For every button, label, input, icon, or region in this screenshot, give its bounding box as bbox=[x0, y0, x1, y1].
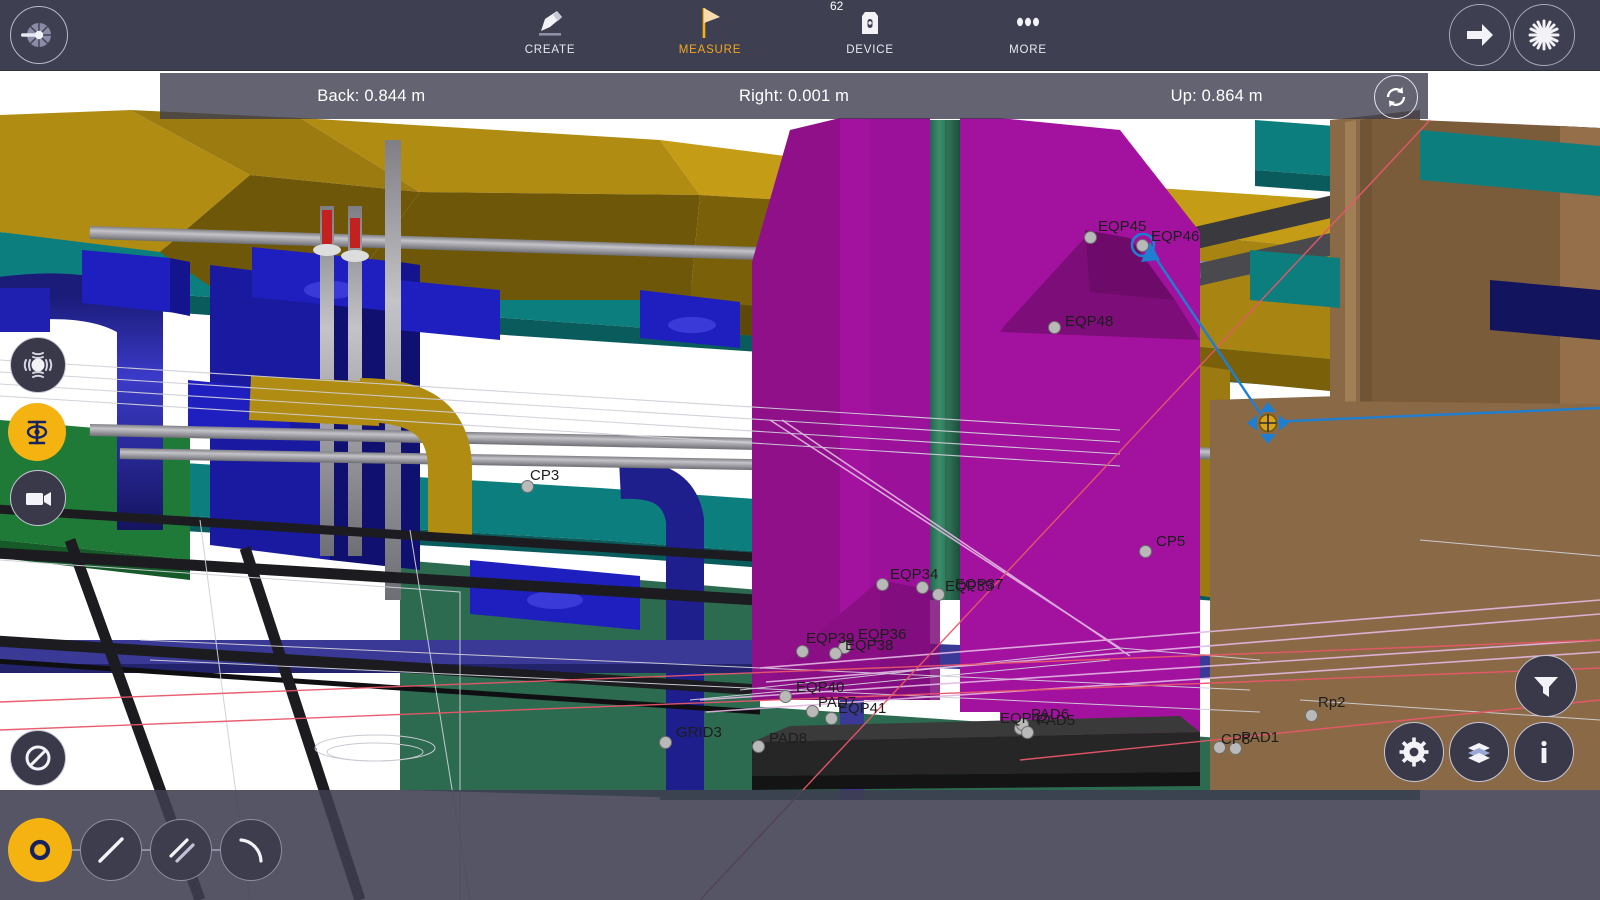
ellipsis-icon bbox=[968, 4, 1088, 42]
toolbar-tab-create[interactable]: CREATE bbox=[490, 4, 610, 68]
eye-target-icon bbox=[19, 414, 55, 450]
scene-point-marker[interactable] bbox=[1305, 709, 1318, 722]
compass-widget[interactable] bbox=[10, 6, 68, 64]
device-icon: 62 bbox=[810, 4, 930, 42]
scene-point-marker[interactable] bbox=[1213, 741, 1226, 754]
flag-icon bbox=[650, 4, 770, 42]
application-root: EQP45EQP46EQP48CP5EQP34EQP35EQP37EQP36EQ… bbox=[0, 0, 1600, 900]
scene-point-marker[interactable] bbox=[876, 578, 889, 591]
scene-point-marker[interactable] bbox=[779, 690, 792, 703]
top-toolbar: CREATE MEASURE 62 bbox=[0, 0, 1600, 71]
bim-model-render bbox=[0, 0, 1600, 900]
scene-point-marker[interactable] bbox=[806, 705, 819, 718]
layers-button[interactable] bbox=[1449, 722, 1509, 782]
info-icon bbox=[1529, 737, 1559, 767]
measurement-back: Back: 0.844 m bbox=[160, 87, 583, 106]
scene-point-marker[interactable] bbox=[521, 480, 534, 493]
filter-funnel-icon bbox=[1530, 670, 1562, 702]
scene-point-marker[interactable] bbox=[932, 588, 945, 601]
point-icon bbox=[24, 834, 56, 866]
next-step-button[interactable] bbox=[1449, 4, 1511, 66]
refresh-measurement-button[interactable] bbox=[1374, 75, 1418, 119]
scene-point-marker[interactable] bbox=[1021, 726, 1034, 739]
scene-point-marker[interactable] bbox=[1136, 239, 1149, 252]
toolbar-tab-device[interactable]: 62 DEVICE bbox=[810, 4, 930, 68]
parallel-lines-icon bbox=[161, 830, 201, 870]
tool-connector bbox=[72, 849, 80, 851]
sidebar-item-no-snap[interactable] bbox=[10, 730, 66, 786]
scene-point-marker[interactable] bbox=[1048, 321, 1061, 334]
line-icon bbox=[91, 830, 131, 870]
arrow-right-icon bbox=[1463, 18, 1497, 52]
scene-point-marker[interactable] bbox=[752, 740, 765, 753]
draw-tool-point[interactable] bbox=[8, 818, 72, 882]
refresh-icon bbox=[1383, 84, 1409, 110]
measurement-right: Right: 0.001 m bbox=[583, 87, 1006, 106]
sidebar-item-camera[interactable] bbox=[10, 470, 66, 526]
scan-target-icon bbox=[20, 347, 56, 383]
tool-connector bbox=[142, 849, 150, 851]
scene-point-marker[interactable] bbox=[796, 645, 809, 658]
compass-icon bbox=[20, 16, 58, 54]
sidebar-item-scan[interactable] bbox=[10, 337, 66, 393]
tool-connector bbox=[212, 849, 220, 851]
scene-point-marker[interactable] bbox=[1229, 742, 1242, 755]
scene-point-marker[interactable] bbox=[1139, 545, 1152, 558]
selection-target-marker[interactable] bbox=[1245, 400, 1291, 446]
scene-point-marker[interactable] bbox=[829, 647, 842, 660]
device-badge: 62 bbox=[830, 0, 843, 13]
sidebar-item-eye-level[interactable] bbox=[8, 403, 66, 461]
scene-point-marker[interactable] bbox=[659, 736, 672, 749]
video-camera-icon bbox=[21, 481, 55, 515]
starburst-icon bbox=[1527, 18, 1561, 52]
pencil-icon bbox=[490, 4, 610, 42]
3d-viewport[interactable]: EQP45EQP46EQP48CP5EQP34EQP35EQP37EQP36EQ… bbox=[0, 0, 1600, 900]
toolbar-tab-more-label: MORE bbox=[968, 44, 1088, 56]
prohibited-icon bbox=[21, 741, 55, 775]
arc-icon bbox=[231, 830, 271, 870]
measurement-up: Up: 0.864 m bbox=[1005, 87, 1428, 106]
filter-button[interactable] bbox=[1515, 655, 1577, 717]
toolbar-tab-measure[interactable]: MEASURE bbox=[650, 4, 770, 68]
draw-tool-arc[interactable] bbox=[220, 819, 282, 881]
info-button[interactable] bbox=[1514, 722, 1574, 782]
layers-icon bbox=[1462, 735, 1496, 769]
measurement-readout-bar: Back: 0.844 m Right: 0.001 m Up: 0.864 m bbox=[160, 73, 1428, 119]
settings-button[interactable] bbox=[1384, 722, 1444, 782]
toolbar-tab-more[interactable]: MORE bbox=[968, 4, 1088, 68]
draw-tool-line[interactable] bbox=[80, 819, 142, 881]
draw-tool-strip bbox=[8, 814, 282, 886]
laser-toggle-button[interactable] bbox=[1513, 4, 1575, 66]
scene-point-marker[interactable] bbox=[1084, 231, 1097, 244]
scene-point-marker[interactable] bbox=[825, 712, 838, 725]
scene-point-marker[interactable] bbox=[916, 581, 929, 594]
toolbar-tab-create-label: CREATE bbox=[490, 44, 610, 56]
toolbar-tab-device-label: DEVICE bbox=[810, 44, 930, 56]
draw-tool-parallel[interactable] bbox=[150, 819, 212, 881]
toolbar-tab-measure-label: MEASURE bbox=[650, 44, 770, 56]
gear-icon bbox=[1398, 736, 1430, 768]
